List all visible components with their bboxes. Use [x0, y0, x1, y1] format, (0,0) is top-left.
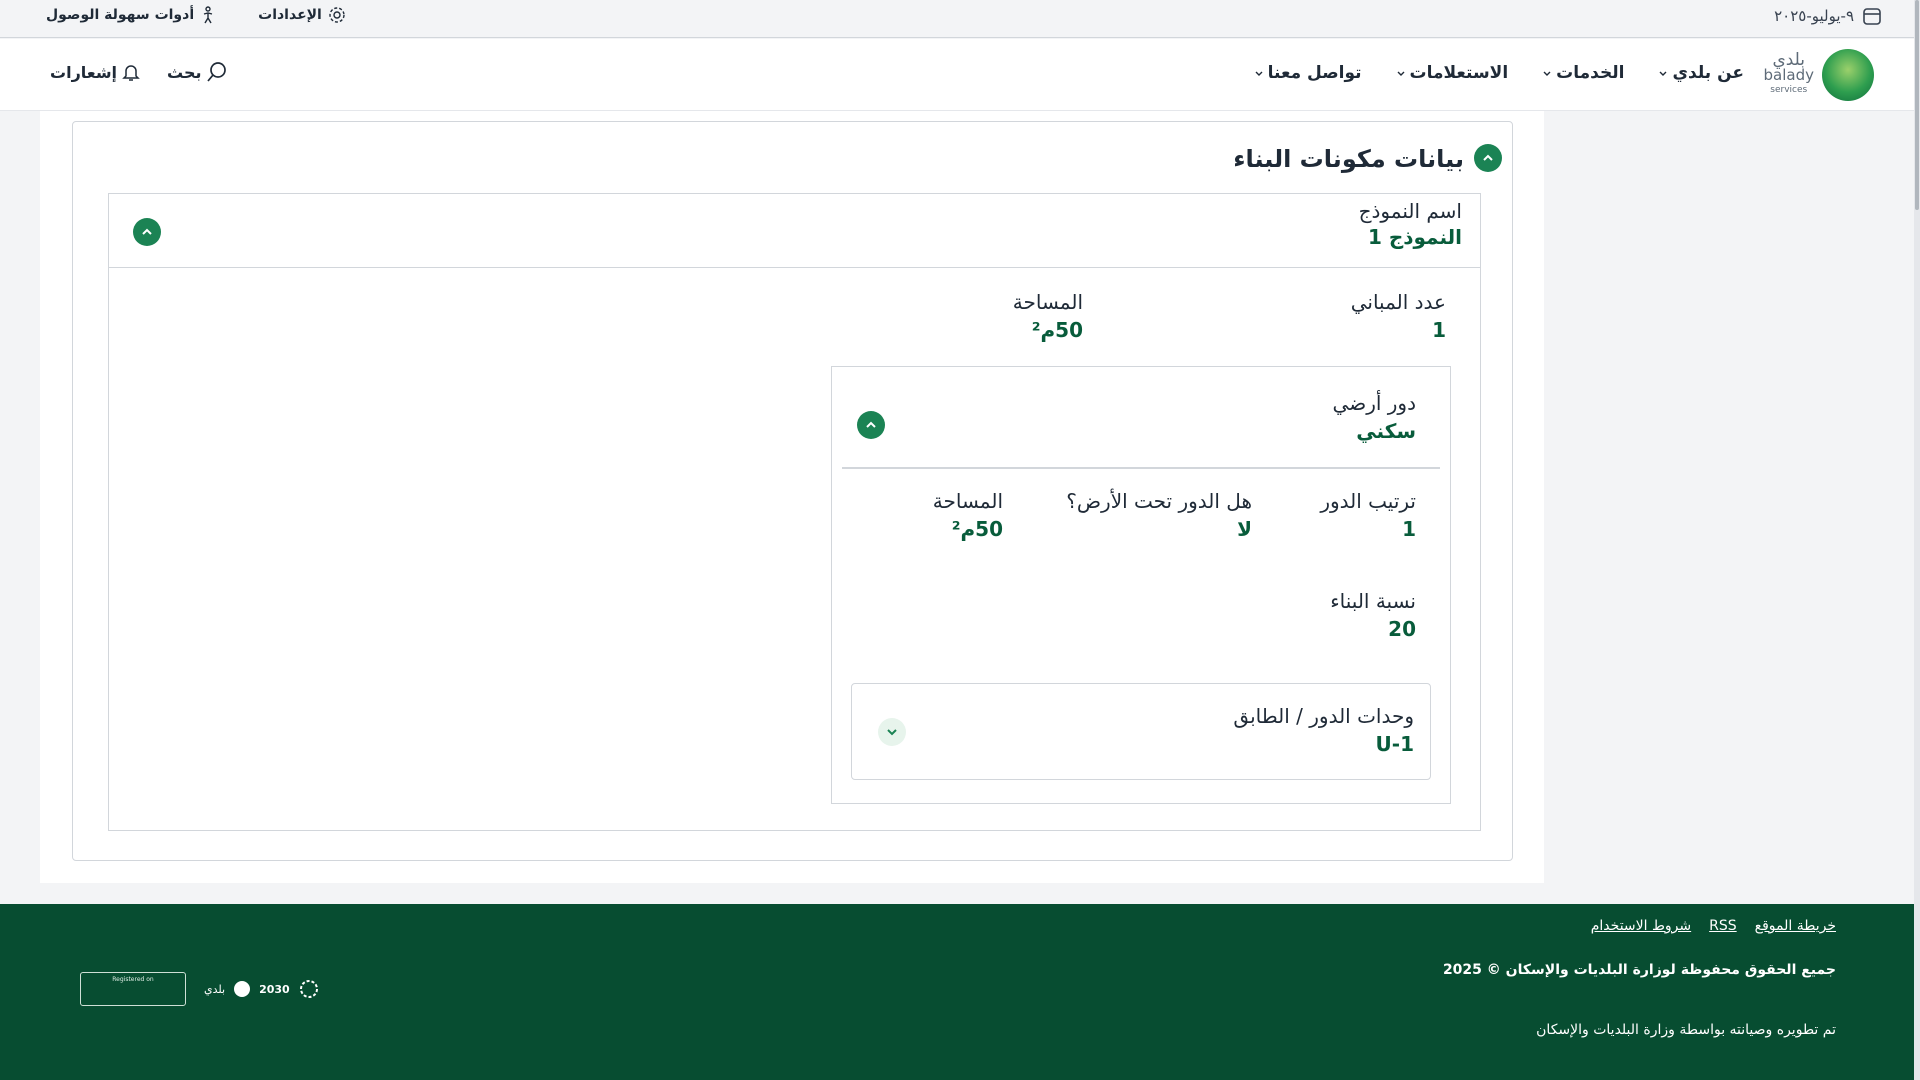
model-header: اسم النموذج النموذج 1 — [109, 194, 1480, 268]
main-header: بلدي balady services عن بلدي الخدمات الا… — [0, 39, 1914, 111]
search-icon — [206, 62, 226, 82]
collapse-section-button[interactable] — [1474, 144, 1502, 172]
sitemap-link[interactable]: خريطة الموقع — [1755, 918, 1836, 934]
vision-2030-logo: 2030 — [259, 982, 290, 996]
balady-small-logo: بلدي — [204, 982, 226, 996]
nav-label: الاستعلامات — [1409, 63, 1509, 83]
calendar-icon — [1863, 8, 1881, 25]
floor-area-label: المساحة — [932, 489, 1003, 513]
floor-divider — [842, 467, 1440, 469]
settings-label: الإعدادات — [258, 7, 322, 23]
nav-about-balady[interactable]: عن بلدي — [1658, 63, 1744, 83]
collapse-model-button[interactable] — [133, 218, 161, 246]
model-name-label: اسم النموذج — [1358, 199, 1462, 223]
floor-panel: دور أرضي سكني ترتيب الدور 1 هل الدور تحت… — [831, 366, 1451, 804]
logo-subtitle: services — [1770, 84, 1808, 95]
main-nav: عن بلدي الخدمات الاستعلامات تواصل معنا — [1254, 63, 1744, 83]
chevron-up-icon — [866, 421, 876, 428]
buildings-count-value: 1 — [1432, 318, 1446, 342]
floor-units-value: U-1 — [1375, 732, 1414, 756]
underground-label: هل الدور تحت الأرض؟ — [1066, 489, 1252, 513]
settings-link[interactable]: الإعدادات — [258, 6, 346, 24]
nav-inquiries[interactable]: الاستعلامات — [1396, 63, 1509, 83]
floor-units-panel: وحدات الدور / الطابق U-1 — [851, 683, 1431, 780]
developed-by-text: تم تطويره وصيانته بواسطة وزارة البلديات … — [1536, 1022, 1836, 1038]
section-title: بيانات مكونات البناء — [1233, 145, 1464, 173]
nav-label: عن بلدي — [1672, 63, 1744, 83]
date-text: ٩-يوليو-٢٠٢٥ — [1774, 7, 1854, 25]
scrollbar-thumb[interactable] — [1915, 0, 1919, 210]
collapse-floor-button[interactable] — [857, 411, 885, 439]
logo-english: balady — [1763, 65, 1814, 84]
terms-link[interactable]: شروط الاستخدام — [1591, 918, 1691, 934]
buildings-count-label: عدد المباني — [1350, 290, 1446, 314]
page-scrollbar[interactable] — [1914, 0, 1920, 1080]
floor-type-label: دور أرضي — [1332, 391, 1416, 415]
date-display: ٩-يوليو-٢٠٢٥ — [1774, 6, 1882, 26]
chevron-down-icon — [887, 729, 897, 736]
floor-units-label: وحدات الدور / الطابق — [1233, 704, 1414, 728]
nav-label: الخدمات — [1556, 63, 1625, 83]
building-ratio-label: نسبة البناء — [1330, 589, 1416, 613]
chevron-down-icon — [1255, 71, 1263, 76]
copyright-text: جميع الحقوق محفوظة لوزارة البلديات والإس… — [1442, 962, 1836, 978]
building-components-card: بيانات مكونات البناء اسم النموذج النموذج… — [72, 121, 1513, 861]
palm-logo-icon — [234, 981, 251, 997]
search-button[interactable]: بحث — [167, 61, 227, 83]
footer-logos: Registered on بلدي 2030 — [80, 972, 320, 1006]
nav-label: تواصل معنا — [1267, 63, 1362, 83]
partner-logos: بلدي 2030 — [204, 978, 320, 1000]
building-ratio-value: 20 — [1388, 617, 1416, 641]
model-name-value: النموذج 1 — [1367, 225, 1462, 249]
gear-icon — [329, 7, 345, 23]
floor-area-value: 50م² — [951, 517, 1003, 541]
footer: خريطة الموقع RSS شروط الاستخدام جميع الح… — [0, 904, 1914, 1080]
registration-text: Registered on — [112, 976, 154, 983]
floor-order-label: ترتيب الدور — [1320, 489, 1416, 513]
footer-links: خريطة الموقع RSS شروط الاستخدام — [1591, 918, 1836, 934]
bell-icon — [122, 65, 140, 81]
registration-badge[interactable]: Registered on — [80, 972, 186, 1006]
search-label: بحث — [167, 62, 202, 82]
chevron-down-icon — [1659, 71, 1667, 76]
palm-logo-icon — [1822, 49, 1874, 101]
building-area-value: 50م² — [1031, 318, 1083, 342]
accessibility-tools-link[interactable]: أدوات سهولة الوصول — [46, 6, 216, 24]
expand-units-button[interactable] — [878, 718, 906, 746]
accessibility-label: أدوات سهولة الوصول — [46, 7, 195, 23]
model-panel: اسم النموذج النموذج 1 عدد المباني 1 المس… — [108, 193, 1481, 831]
building-area-label: المساحة — [1012, 290, 1083, 314]
ministry-emblem-icon — [299, 980, 318, 998]
balady-logo[interactable]: بلدي balady services — [1764, 49, 1874, 101]
notifications-label: إشعارات — [50, 62, 118, 82]
chevron-down-icon — [1543, 71, 1551, 76]
top-utility-bar: ٩-يوليو-٢٠٢٥ أدوات سهولة الوصول الإعدادا… — [0, 0, 1914, 38]
floor-type-value: سكني — [1356, 419, 1416, 443]
chevron-down-icon — [1397, 71, 1405, 76]
underground-value: لا — [1237, 517, 1252, 541]
notifications-button[interactable]: إشعارات — [50, 61, 141, 83]
accessibility-icon — [203, 6, 213, 24]
chevron-up-icon — [142, 228, 152, 235]
nav-contact[interactable]: تواصل معنا — [1254, 63, 1362, 83]
nav-services[interactable]: الخدمات — [1542, 63, 1624, 83]
chevron-up-icon — [1483, 154, 1493, 161]
floor-order-value: 1 — [1402, 517, 1416, 541]
rss-link[interactable]: RSS — [1709, 918, 1737, 934]
